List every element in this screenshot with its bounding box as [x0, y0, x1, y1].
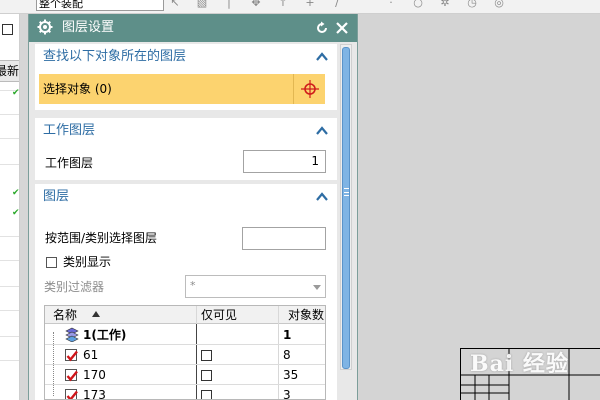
table-header: 名称 仅可见 对象数	[45, 306, 325, 324]
chevron-down-icon	[313, 285, 321, 290]
select-object-button[interactable]	[293, 74, 325, 104]
layer-table: 名称 仅可见 对象数 1(工作) 1 61 8 170 35 173 3	[44, 305, 326, 400]
layer-object-count: 1	[283, 328, 292, 342]
check-icon: ✔	[12, 88, 20, 98]
top-toolbar: 整个装配 ↖ ▧ | ✥ ↑ + ∕ ⌒ · ○ ✲ ◷ ◎	[0, 0, 600, 14]
check-icon: ✔	[12, 188, 20, 198]
layer-settings-dialog: 图层设置 查找以下对象所在的图层 选择对象 (0) 工作图层 工作图层 1 图层…	[28, 14, 358, 400]
select-object-row[interactable]: 选择对象 (0)	[39, 74, 325, 104]
collapse-icon[interactable]	[316, 126, 328, 135]
table-row[interactable]: 1(工作) 1	[45, 325, 325, 345]
layer-selectable-checkbox[interactable]	[65, 369, 78, 382]
newest-button[interactable]: 最新	[0, 60, 19, 82]
layer-name: 173	[83, 388, 106, 400]
layer-name: 170	[83, 368, 106, 382]
dialog-scrollbar[interactable]	[340, 44, 352, 370]
dialog-title: 图层设置	[62, 20, 115, 35]
work-layer-input[interactable]: 1	[243, 150, 326, 173]
divider	[0, 138, 19, 139]
section-title: 查找以下对象所在的图层	[43, 49, 187, 64]
block-icon[interactable]: ▧	[195, 0, 209, 11]
point-icon[interactable]: ·	[384, 0, 398, 11]
red-check-icon	[66, 350, 78, 362]
line-icon[interactable]: |	[222, 0, 236, 11]
dialog-titlebar: 图层设置	[29, 14, 357, 42]
snap-icon[interactable]: ✥	[249, 0, 263, 11]
navigator-strip: 最新 ✔ ✔ ✔	[0, 14, 20, 400]
visible-only-checkbox[interactable]	[201, 350, 212, 361]
table-row[interactable]: 173 3	[45, 385, 325, 400]
navigator-checkbox[interactable]	[2, 24, 13, 35]
visible-only-checkbox[interactable]	[201, 390, 212, 399]
section-title: 图层	[43, 189, 70, 204]
sort-ascending-icon	[92, 311, 100, 317]
column-visible-only-header[interactable]: 仅可见	[201, 308, 237, 322]
circle-icon[interactable]: ○	[411, 0, 425, 11]
graphics-window[interactable]	[359, 14, 600, 400]
assembly-scope-select[interactable]: 整个装配	[36, 0, 164, 11]
divider	[0, 286, 19, 287]
divider	[0, 236, 19, 237]
layer-object-count: 35	[283, 368, 299, 382]
category-filter-value: *	[190, 279, 196, 292]
arc-icon[interactable]: ⌒	[357, 0, 371, 11]
column-name-header[interactable]: 名称	[53, 308, 77, 322]
plus-icon[interactable]: +	[303, 0, 317, 11]
table-row[interactable]: 170 35	[45, 365, 325, 385]
dialog-content: 查找以下对象所在的图层 选择对象 (0) 工作图层 工作图层 1 图层 按范围/…	[35, 44, 337, 400]
work-layer-section: 工作图层 工作图层 1	[35, 118, 337, 180]
range-select-input[interactable]	[242, 227, 326, 250]
range-select-label: 按范围/类别选择图层	[45, 231, 158, 245]
divider	[0, 260, 19, 261]
work-layer-label: 工作图层	[45, 156, 94, 170]
category-filter-label: 类别过滤器	[44, 280, 105, 294]
divider	[0, 164, 19, 165]
column-object-count-header[interactable]: 对象数	[288, 308, 324, 322]
visible-only-checkbox[interactable]	[201, 370, 212, 381]
layer-selectable-checkbox[interactable]	[65, 389, 78, 399]
table-row[interactable]: 61 8	[45, 345, 325, 365]
gear-small-icon[interactable]: ✲	[438, 0, 452, 11]
scrollbar-thumb[interactable]	[342, 47, 350, 369]
crosshair-icon	[301, 80, 319, 98]
collapse-icon[interactable]	[316, 192, 328, 201]
red-check-icon	[66, 390, 78, 399]
target-icon[interactable]: ◎	[492, 0, 506, 11]
divider	[0, 360, 19, 361]
reset-icon[interactable]	[315, 21, 329, 35]
layer-object-count: 8	[283, 348, 291, 362]
check-icon: ✔	[12, 208, 20, 218]
category-display-label: 类别显示	[63, 255, 112, 269]
red-check-icon	[66, 370, 78, 382]
layer-object-count: 3	[283, 388, 291, 400]
collapse-icon[interactable]	[316, 52, 328, 61]
cursor-icon[interactable]: ↖	[168, 0, 182, 11]
divider	[0, 114, 19, 115]
category-display-checkbox[interactable]	[46, 257, 57, 268]
divider	[0, 336, 19, 337]
select-object-label: 选择对象 (0)	[43, 82, 112, 96]
curve-icon[interactable]: ∕	[330, 0, 344, 11]
gear-icon	[37, 19, 53, 35]
layer-name: 61	[83, 348, 99, 362]
grip-icon	[344, 188, 349, 196]
layer-selectable-checkbox[interactable]	[65, 349, 78, 362]
close-icon[interactable]	[335, 21, 349, 35]
work-layer-header[interactable]: 工作图层	[35, 118, 337, 144]
arrow-icon[interactable]: ↑	[276, 0, 290, 11]
layer-stack-icon	[65, 327, 79, 342]
divider	[0, 310, 19, 311]
clock-icon[interactable]: ◷	[465, 0, 479, 11]
layers-header[interactable]: 图层	[35, 184, 337, 210]
find-layer-section: 查找以下对象所在的图层 选择对象 (0)	[35, 44, 337, 110]
layer-name: 1(工作)	[83, 328, 127, 342]
baidu-watermark: Bai 经验	[470, 351, 569, 377]
find-layer-header[interactable]: 查找以下对象所在的图层	[35, 44, 337, 70]
section-title: 工作图层	[43, 123, 96, 138]
toolbar-icons: ↖ ▧ | ✥ ↑ + ∕ ⌒ · ○ ✲ ◷ ◎	[168, 0, 506, 11]
category-filter-select[interactable]: *	[185, 275, 326, 298]
